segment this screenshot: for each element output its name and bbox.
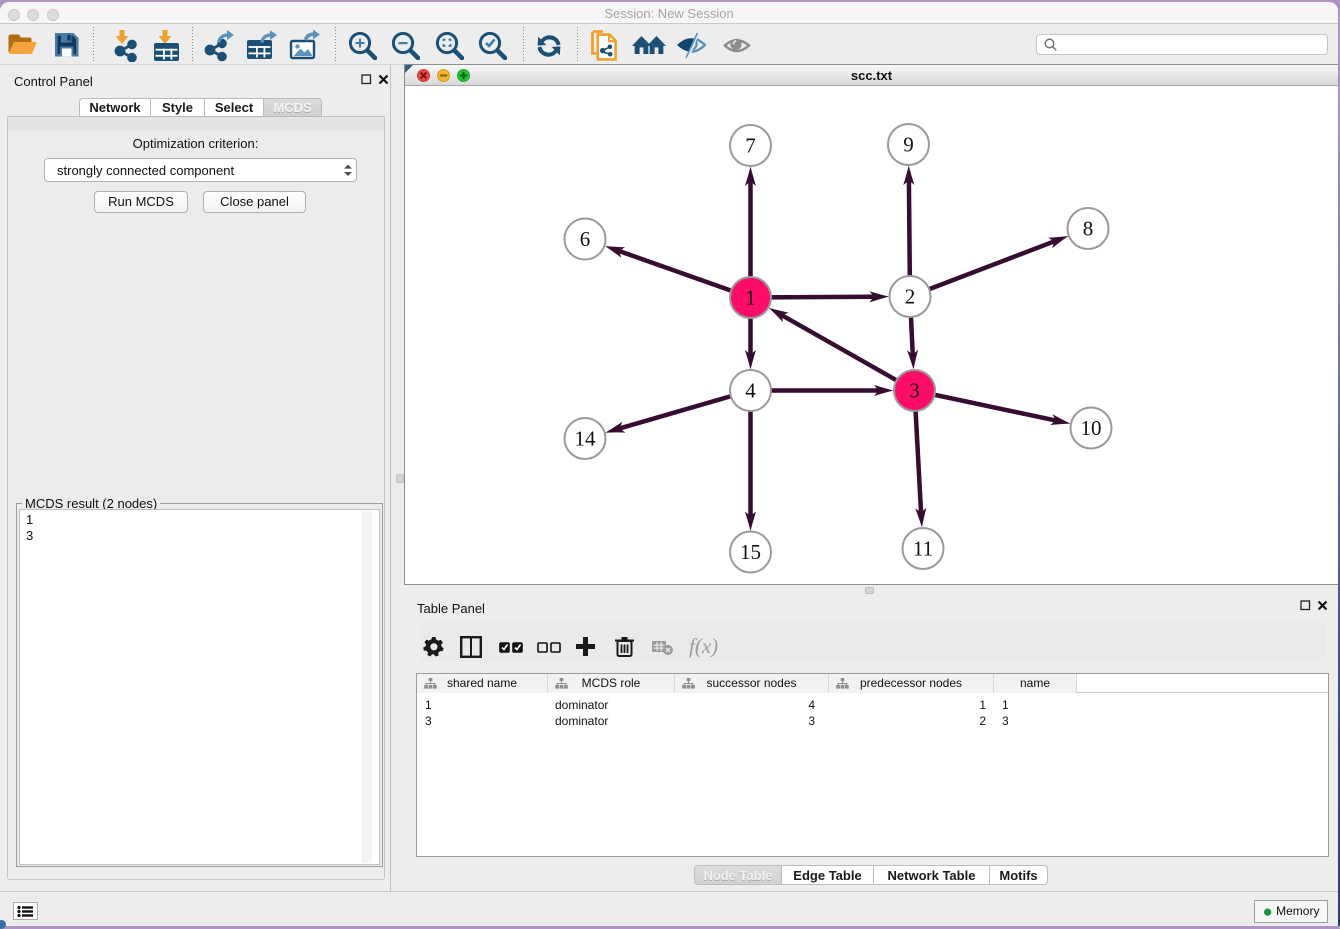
svg-text:4: 4 (745, 379, 756, 403)
svg-text:3: 3 (909, 379, 920, 403)
svg-text:15: 15 (740, 540, 761, 564)
svg-text:f(x): f(x) (689, 635, 718, 658)
svg-text:1: 1 (745, 286, 756, 310)
svg-text:8: 8 (1083, 217, 1094, 241)
svg-text:10: 10 (1081, 416, 1102, 440)
svg-text:9: 9 (903, 133, 914, 157)
svg-text:2: 2 (905, 285, 916, 309)
svg-text:14: 14 (575, 427, 597, 451)
svg-text:11: 11 (913, 537, 933, 561)
svg-text:7: 7 (745, 134, 756, 158)
svg-text:6: 6 (580, 227, 591, 251)
